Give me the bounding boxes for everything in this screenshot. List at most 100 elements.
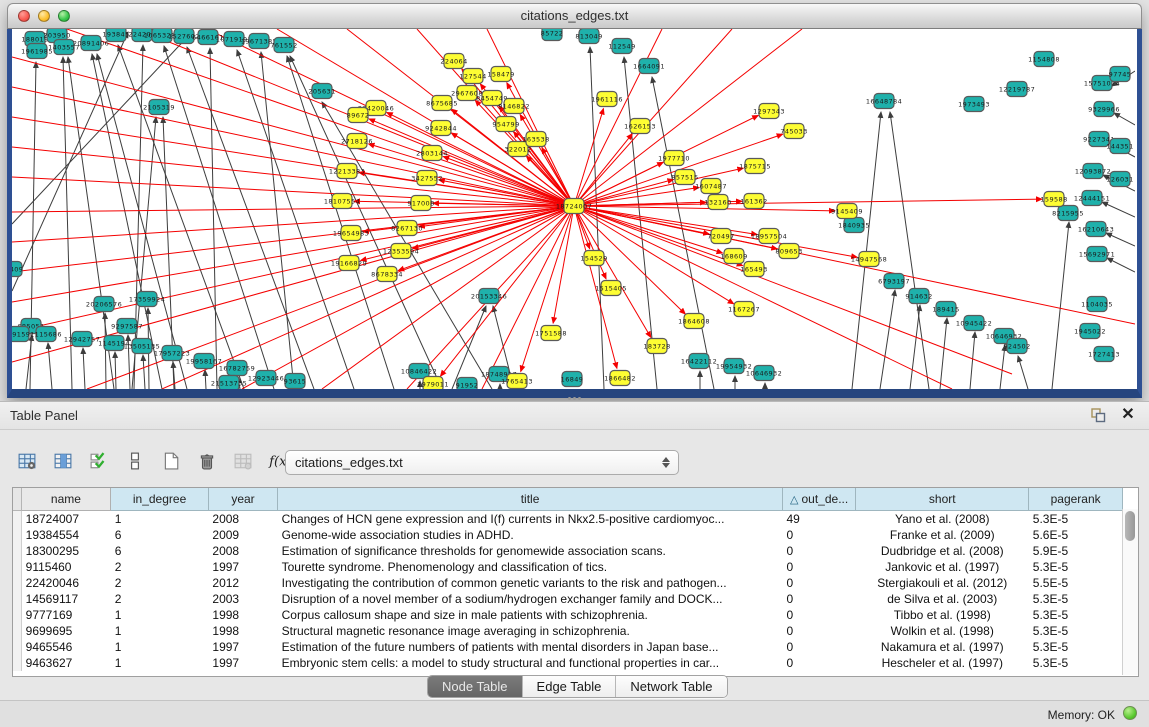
graph-node[interactable]: 163538 — [522, 132, 549, 147]
graph-node[interactable]: 12219787 — [999, 82, 1035, 97]
graph-node[interactable]: 193845 — [102, 29, 129, 42]
scrollbar-thumb[interactable] — [1125, 511, 1135, 541]
graph-node[interactable]: 85722 — [541, 29, 564, 41]
table-row[interactable]: 911546021997Tourette syndrome. Phenomeno… — [13, 559, 1123, 575]
graph-node[interactable]: 9145409 — [831, 204, 863, 219]
graph-node[interactable]: 1104035 — [1081, 297, 1113, 312]
graph-node[interactable]: 14947568 — [851, 252, 887, 267]
graph-node[interactable]: 91952 — [456, 378, 479, 390]
graph-node[interactable]: 20153346 — [471, 289, 507, 304]
table-row[interactable]: 1938455462009Genome-wide association stu… — [13, 527, 1123, 543]
graph-node[interactable]: 813049 — [575, 29, 602, 44]
graph-node[interactable]: 1875715 — [739, 159, 771, 174]
graph-node[interactable]: 2803144 — [416, 146, 448, 161]
graph-node[interactable]: 16422112 — [681, 354, 717, 369]
graph-node[interactable]: 18409 — [12, 262, 23, 277]
graph-node[interactable]: 1297343 — [753, 104, 785, 119]
graph-node[interactable]: 914632 — [905, 289, 932, 304]
graph-node[interactable]: 18107554 — [324, 194, 360, 209]
column-visibility-icon[interactable] — [50, 448, 76, 474]
select-all-icon[interactable] — [86, 448, 112, 474]
import-table-icon[interactable] — [230, 448, 256, 474]
graph-node[interactable]: 144351 — [1106, 139, 1133, 154]
graph-node[interactable]: 1664091 — [633, 59, 665, 74]
table-row[interactable]: 946362711997Embryonic stem cells: a mode… — [13, 655, 1123, 671]
graph-node[interactable]: 1751588 — [535, 326, 567, 341]
column-header-in_degree[interactable]: in_degree — [111, 488, 209, 511]
table-row[interactable]: 1456911722003Disruption of a novel membe… — [13, 591, 1123, 607]
graph-node[interactable]: 224064 — [440, 54, 467, 69]
graph-node[interactable]: 1626153 — [624, 119, 656, 134]
memory-status-indicator-icon[interactable] — [1123, 706, 1137, 720]
graph-node[interactable]: 1945022 — [1074, 324, 1106, 339]
graph-node[interactable]: 1961116 — [591, 92, 623, 107]
graph-node[interactable]: 168609 — [720, 249, 747, 264]
graph-node[interactable]: 1727413 — [1088, 347, 1120, 362]
delete-icon[interactable] — [194, 448, 220, 474]
table-row[interactable]: 946554611997Estimation of the future num… — [13, 639, 1123, 655]
graph-node[interactable]: 8267130 — [391, 221, 423, 236]
table-row[interactable]: 1872400712008Changes of HCN gene express… — [13, 511, 1123, 528]
column-header-name[interactable]: name — [21, 488, 111, 511]
graph-node[interactable]: 1154808 — [1028, 52, 1060, 67]
graph-node[interactable]: 165493 — [740, 262, 767, 277]
graph-node[interactable]: 1977710 — [658, 151, 690, 166]
graph-node[interactable]: 9329966 — [1088, 102, 1120, 117]
graph-node[interactable]: 205631 — [308, 84, 335, 99]
graph-node[interactable]: 18957504 — [751, 229, 787, 244]
network-canvas[interactable]: 1880192039501961985140355720891406193845… — [12, 29, 1135, 389]
graph-node[interactable]: 16648784 — [866, 94, 902, 109]
table-scrollbar[interactable] — [1122, 509, 1138, 675]
close-panel-icon[interactable]: ✕ — [1119, 406, 1137, 424]
tab-edge-table[interactable]: Edge Table — [523, 676, 617, 697]
table-row[interactable]: 977716911998Corpus callosum shape and si… — [13, 607, 1123, 623]
graph-node[interactable]: 161362 — [740, 194, 767, 209]
graph-node[interactable]: 154529 — [580, 251, 607, 266]
column-header-short[interactable]: short — [856, 488, 1029, 511]
graph-node[interactable]: 720497 — [707, 229, 734, 244]
graph-node[interactable]: 97745 — [1109, 67, 1132, 82]
network-window-titlebar[interactable]: citations_edges.txt — [7, 3, 1142, 29]
new-file-icon[interactable] — [158, 448, 184, 474]
graph-node[interactable]: 19166829 — [331, 256, 367, 271]
table-row[interactable]: 969969511998Structural magnetic resonanc… — [13, 623, 1123, 639]
graph-node[interactable]: 132160 — [704, 195, 731, 210]
graph-node[interactable]: 1973493 — [958, 97, 990, 112]
graph-node[interactable]: 954799 — [492, 117, 519, 132]
graph-node[interactable]: 1866482 — [604, 371, 636, 386]
graph-node[interactable]: 189415 — [932, 302, 959, 317]
graph-node[interactable]: 159588 — [1040, 192, 1067, 207]
column-header-title[interactable]: title — [278, 488, 783, 511]
graph-node[interactable]: 809653 — [775, 244, 802, 259]
graph-node[interactable]: 1840935 — [838, 218, 870, 233]
graph-node[interactable]: 16849 — [561, 372, 584, 387]
graph-node[interactable]: 126031 — [1106, 172, 1133, 187]
float-panel-icon[interactable] — [1089, 406, 1107, 424]
table-row[interactable]: 2242004622012Investigating the contribut… — [13, 575, 1123, 591]
graph-node[interactable]: 761552 — [270, 38, 297, 53]
graph-node[interactable]: 16782759 — [219, 361, 255, 376]
graph-node[interactable]: 2105319 — [143, 100, 175, 115]
graph-node[interactable]: 1864608 — [678, 314, 710, 329]
citation-network-graph[interactable]: 1880192039501961985140355720891406193845… — [12, 29, 1135, 389]
graph-node[interactable]: 8215955 — [1052, 206, 1084, 221]
graph-node[interactable]: 89672 — [347, 108, 370, 123]
graph-node[interactable]: 2718126 — [341, 134, 373, 149]
clear-selection-icon[interactable] — [122, 448, 148, 474]
graph-node[interactable]: 93615 — [284, 374, 307, 389]
graph-node[interactable]: 19654983 — [333, 226, 369, 241]
graph-node[interactable]: 924502 — [1003, 339, 1030, 354]
table-row[interactable]: 1830029562008Estimation of significance … — [13, 543, 1123, 559]
graph-node[interactable]: 745033 — [780, 124, 807, 139]
column-header-year[interactable]: year — [208, 488, 277, 511]
tab-node-table[interactable]: Node Table — [428, 676, 523, 697]
graph-node[interactable]: 20206576 — [86, 297, 122, 312]
tab-network-table[interactable]: Network Table — [616, 676, 726, 697]
column-header-pagerank[interactable]: pagerank — [1029, 488, 1123, 511]
column-header-out_de[interactable]: △out_de... — [782, 488, 855, 511]
graph-node[interactable]: 112549 — [608, 39, 635, 54]
table-options-icon[interactable] — [14, 448, 40, 474]
graph-node[interactable]: 183728 — [643, 339, 670, 354]
graph-node[interactable]: 10945422 — [956, 316, 992, 331]
graph-node[interactable]: 127544 — [459, 69, 486, 84]
